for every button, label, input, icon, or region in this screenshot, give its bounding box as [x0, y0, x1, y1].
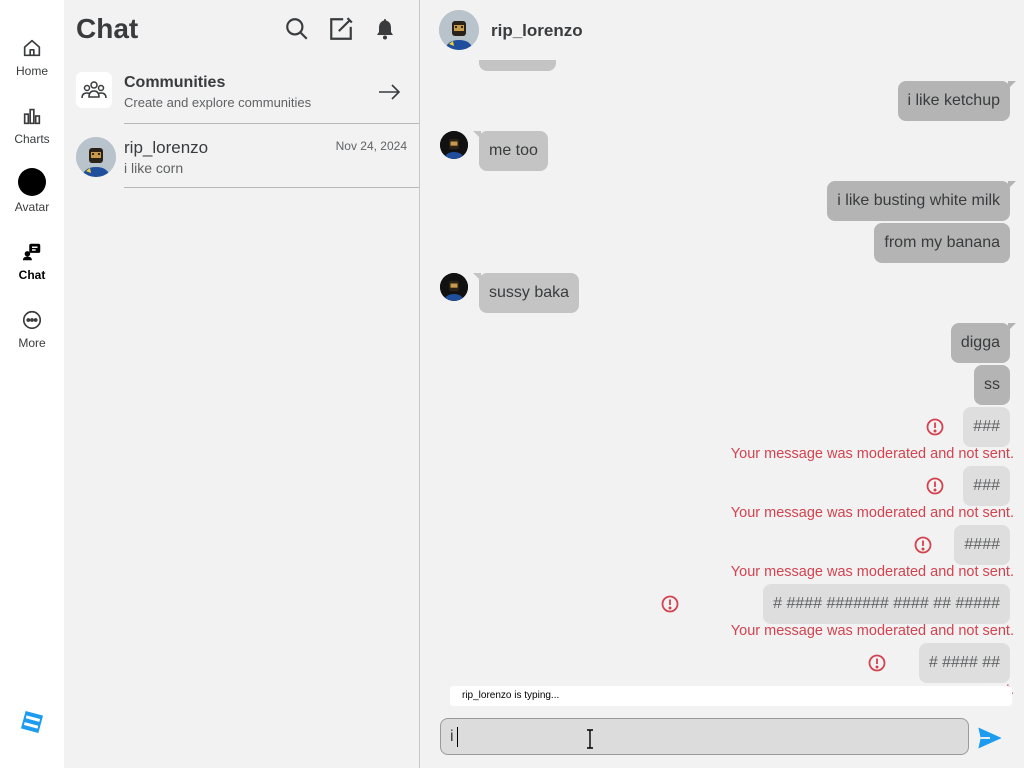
left-nav: Home Charts Avatar Chat More	[0, 0, 64, 768]
compose-icon	[330, 17, 353, 40]
message-bubble-moderated: # #### ##	[918, 643, 1010, 683]
divider	[124, 123, 419, 124]
conversation-panel: rip_lorenzo i like ketchup me too i like…	[420, 0, 1024, 768]
chat-list-panel: Chat Communities Create and explore comm…	[64, 0, 419, 768]
message-bubble-outgoing: i like ketchup	[897, 81, 1016, 121]
nav-item-charts[interactable]: Charts	[0, 100, 64, 160]
error-icon[interactable]	[926, 418, 944, 436]
nav-item-home[interactable]: Home	[0, 32, 64, 92]
moderation-note: Your message was moderated and not sent.	[730, 446, 1014, 462]
message-bubble-outgoing: i like busting white milk	[827, 181, 1016, 221]
nav-label-home: Home	[15, 64, 48, 78]
conversation-item[interactable]: rip_lorenzo Nov 24, 2024 i like corn	[64, 125, 419, 187]
avatar[interactable]	[439, 10, 479, 50]
send-button[interactable]	[976, 724, 1004, 752]
conversation-name: rip_lorenzo	[124, 138, 209, 157]
error-icon[interactable]	[661, 595, 679, 613]
ibeam-cursor-icon	[585, 727, 595, 749]
search-button[interactable]	[282, 14, 312, 44]
message-bubble-moderated: # #### ####### #### ## #####	[763, 584, 1010, 624]
message-bubble-moderated: ###	[963, 407, 1010, 447]
communities-icon	[76, 72, 112, 108]
message-bubble-outgoing: digga	[950, 323, 1017, 363]
typing-indicator: rip_lorenzo is typing...	[450, 686, 1012, 706]
home-icon	[20, 36, 44, 60]
moderation-note: Your message was moderated and not sent.	[730, 505, 1014, 521]
nav-item-more[interactable]: More	[0, 304, 64, 364]
message-bubble-moderated: ####	[954, 525, 1010, 565]
conversation-title[interactable]: rip_lorenzo	[491, 21, 583, 41]
message-bubble-incoming: sussy baka	[472, 273, 580, 313]
text-caret	[456, 726, 458, 747]
chat-icon	[20, 240, 44, 264]
error-icon[interactable]	[914, 536, 932, 554]
search-icon	[286, 18, 308, 40]
compose-button[interactable]	[326, 14, 356, 44]
avatar-icon	[18, 168, 46, 196]
communities-title: Communities	[124, 74, 226, 91]
arrow-right-icon	[377, 80, 401, 104]
nav-item-chat[interactable]: Chat	[0, 236, 64, 296]
brand-logo-icon[interactable]	[20, 710, 44, 734]
error-icon[interactable]	[926, 477, 944, 495]
moderation-note: Your message was moderated and not sent.	[730, 623, 1014, 639]
communities-subtitle: Create and explore communities	[124, 95, 312, 110]
communities-entry[interactable]: Communities Create and explore communiti…	[64, 62, 419, 124]
more-icon	[20, 308, 44, 332]
nav-label-more: More	[18, 336, 46, 350]
divider	[124, 187, 419, 188]
charts-icon	[20, 104, 44, 128]
chat-list-title: Chat	[76, 13, 139, 44]
message-input-value: i	[450, 728, 454, 745]
nav-label-chat: Chat	[18, 268, 46, 282]
message-bubble-moderated: ###	[963, 466, 1010, 506]
message-bubble-incoming: me too	[473, 131, 548, 171]
nav-label-charts: Charts	[14, 132, 50, 146]
nav-label-avatar: Avatar	[14, 200, 50, 214]
message-input[interactable]: i	[440, 718, 969, 755]
nav-item-avatar[interactable]: Avatar	[0, 164, 64, 224]
bell-icon	[377, 19, 393, 40]
conversation-last-message: i like corn	[124, 160, 184, 176]
error-icon[interactable]	[868, 654, 886, 672]
avatar	[440, 273, 468, 301]
message-bubble-outgoing: from my banana	[874, 223, 1010, 263]
moderation-note: Your message was moderated and not sent.	[730, 564, 1014, 580]
avatar	[440, 131, 468, 159]
message-bubble-outgoing: ss	[974, 365, 1010, 405]
conversation-header: rip_lorenzo	[420, 0, 1024, 60]
avatar	[76, 137, 116, 177]
conversation-date: Nov 24, 2024	[335, 139, 407, 153]
notifications-button[interactable]	[370, 14, 400, 44]
send-icon	[978, 727, 1002, 749]
